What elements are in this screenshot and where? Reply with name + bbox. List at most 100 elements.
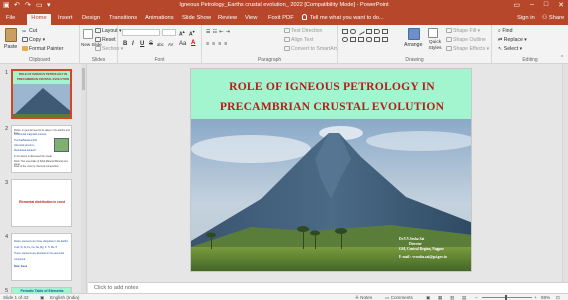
shape-outline-button[interactable]: Shape Outline [446,37,486,43]
rectangle-shape-icon[interactable] [342,29,348,34]
replace-button[interactable]: ⇄ Replace ▾ [498,37,527,43]
tab-animations[interactable]: Animations [143,14,176,25]
paragraph-group-label: Paragraph [257,57,282,63]
arrow-shape-icon[interactable] [382,29,388,34]
zoom-slider-thumb[interactable] [505,295,507,300]
slide-thumbnail-1[interactable]: ROLE OF IGNEOUS PETROLOGY IN PRECAMBRIAN… [11,69,72,119]
textbox-shape-icon[interactable] [366,29,372,34]
thumbnail-scrollbar[interactable] [81,64,86,293]
list-buttons[interactable]: ☰☷⇤⇥ [206,29,232,35]
quick-styles-button[interactable]: Quick Styles [424,40,446,52]
change-case-button[interactable]: Aa [179,41,186,47]
triangle-shape-icon[interactable] [350,37,356,42]
paste-button[interactable]: Paste [4,44,17,50]
align-buttons[interactable]: ≡≡≡≡ [206,41,230,47]
decrease-font-icon[interactable]: A▾ [189,29,195,38]
maximize-icon[interactable]: □ [544,1,548,9]
rounded-rect-shape-icon[interactable] [366,37,372,42]
paragraph-group: ☰☷⇤⇥ ≡≡≡≡ Text Direction Align Text Conv… [202,25,338,64]
slide-author-title[interactable]: Director [399,242,469,246]
tell-me-box[interactable]: Tell me what you want to do... [302,14,384,23]
close-icon[interactable]: ✕ [558,1,564,9]
character-spacing-button[interactable]: AV [168,42,173,47]
shadow-button[interactable]: abc [157,42,164,47]
increase-font-icon[interactable]: A▴ [179,29,185,38]
align-text-button[interactable]: Align Text [284,37,313,43]
minimize-icon[interactable]: – [530,1,534,9]
new-slide-icon[interactable] [83,29,93,39]
line-shape-icon[interactable] [357,27,365,36]
select-button[interactable]: ↖ Select ▾ [498,46,522,52]
shape-fill-button[interactable]: Shape Fill ▾ [446,28,480,34]
shape-effects-button[interactable]: Shape Effects ▾ [446,46,489,52]
curve-shape-icon[interactable] [374,29,380,34]
zoom-out-icon[interactable]: – [475,295,478,300]
slide-scrollbar[interactable] [562,64,568,282]
text-direction-button[interactable]: Text Direction [284,28,322,34]
tab-home[interactable]: Home [27,14,51,25]
arrange-icon[interactable] [408,28,420,40]
circle-shape-icon[interactable] [342,37,348,42]
current-slide[interactable]: ROLE OF IGNEOUS PETROLOGY IN PRECAMBRIAN… [190,68,472,272]
notes-toggle[interactable]: ≙ Notes [355,295,372,300]
italic-button[interactable]: I [132,41,134,47]
find-button[interactable]: ⌕ Find [498,28,512,34]
tab-transitions[interactable]: Transitions [107,14,139,25]
fit-to-window-icon[interactable]: ⊡ [556,295,560,300]
language-indicator[interactable]: English (India) [50,295,79,300]
strikethrough-button[interactable]: S [149,41,153,47]
slide-title-line-1[interactable]: ROLE OF IGNEOUS PETROLOGY IN [191,80,471,93]
slide-author-email[interactable]: E-mail : vvsesha.sai@gsi.gov.in [399,255,469,259]
text-direction-label: Text Direction [291,28,323,34]
slide-sorter-icon[interactable]: ▦ [438,295,442,300]
paste-icon[interactable] [5,28,17,42]
tab-view[interactable]: View [243,14,259,25]
slide-thumbnail-2[interactable]: Rocks, in general need to be taken in th… [11,125,72,173]
collapse-ribbon-icon[interactable]: ⌃ [560,55,564,61]
notes-pane[interactable]: Click to add notes [88,282,568,293]
notes-placeholder[interactable]: Click to add notes [94,285,138,291]
thumbnail-scrollbar-thumb[interactable] [82,68,85,90]
slideshow-view-icon[interactable]: ▤ [462,295,466,300]
brace-shape-icon[interactable] [374,37,380,42]
tab-slide-show[interactable]: Slide Show [180,14,213,25]
reading-view-icon[interactable]: ▥ [450,295,454,300]
slide-title-line-2[interactable]: PRECAMBRIAN CRUSTAL EVOLUTION [191,100,471,113]
window-controls: ▭ – □ ✕ [513,1,564,9]
arrange-button[interactable]: Arrange [404,42,422,48]
zoom-in-icon[interactable]: + [534,295,537,300]
cut-button[interactable]: ✂ Cut [22,28,37,35]
tab-insert[interactable]: Insert [56,14,75,25]
slide-author-org[interactable]: GSI, Central Region, Nagpur [399,247,469,251]
slide-author-name[interactable]: Dr.V.V.Sesha Sai [399,237,469,241]
zoom-slider[interactable] [482,297,532,298]
more-shapes-icon[interactable] [382,37,388,42]
tab-review[interactable]: Review [216,14,239,25]
font-size-box[interactable] [162,29,176,36]
tab-foxit-pdf[interactable]: Foxit PDF [266,14,296,25]
tab-design[interactable]: Design [80,14,102,25]
spellcheck-icon[interactable]: ▣ [40,295,44,300]
quick-styles-icon[interactable] [428,28,438,38]
comments-toggle[interactable]: ▭ Comments [385,295,413,300]
star-shape-icon[interactable] [358,37,364,42]
reset-button[interactable]: Reset [95,37,116,43]
format-painter-button[interactable]: Format Painter [22,46,63,52]
clipboard-group: Paste ✂ Cut Copy ▾ Format Painter Clipboa… [0,25,80,64]
zoom-level[interactable]: 69% [541,295,550,300]
tab-file[interactable]: File [4,14,17,25]
editing-group: ⌕ Find ⇄ Replace ▾ ↖ Select ▾ Editing ⌃ [492,25,568,64]
convert-smartart-button[interactable]: Convert to SmartArt [284,46,337,52]
slide-thumbnail-3[interactable]: Elemental distribution in crust [11,179,72,227]
slide-thumbnail-4[interactable]: Rocks, elements are those ubiquitous in … [11,233,72,281]
underline-button[interactable]: U [140,41,144,47]
font-color-icon[interactable]: A [191,40,195,46]
oval-shape-icon[interactable] [350,29,356,34]
font-name-box[interactable] [122,29,160,36]
copy-button[interactable]: Copy ▾ [22,37,45,43]
sign-in-link[interactable]: Sign in [517,14,535,23]
bold-button[interactable]: B [123,41,127,47]
ribbon-display-options-icon[interactable]: ▭ [513,1,520,9]
share-button[interactable]: ⚇ Share [542,14,564,23]
normal-view-icon[interactable]: ▣ [426,295,430,300]
